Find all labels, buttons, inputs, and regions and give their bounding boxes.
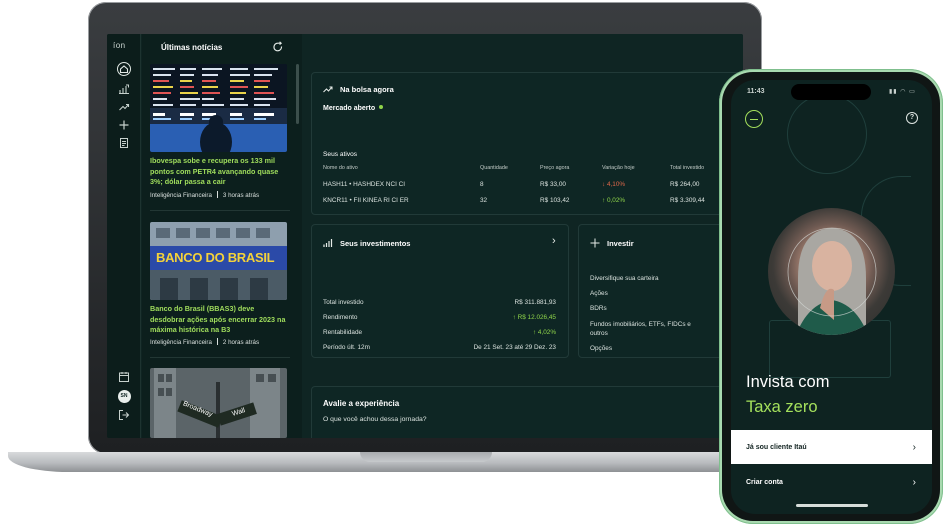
column-header: Preço agora [540, 165, 570, 171]
hero-portrait [768, 208, 895, 335]
news-image-text: BANCO DO BRASIL [156, 250, 275, 265]
invest-option[interactable]: BDRs [590, 305, 607, 312]
investments-title: Seus investimentos [340, 238, 411, 248]
invest-subtitle: Diversifique sua carteira [590, 275, 659, 282]
dynamic-island [791, 84, 871, 100]
investments-card[interactable]: Seus investimentos › Total investido R$ … [311, 224, 569, 358]
home-icon[interactable] [117, 62, 131, 76]
asset-name[interactable]: KNCR11 • FII KINEA RI CI ER [323, 197, 409, 204]
market-card: Na bolsa agora Mercado aberto Seus ativo… [311, 72, 743, 215]
asset-price: R$ 33,00 [540, 181, 566, 188]
refresh-icon[interactable] [272, 41, 284, 53]
logout-icon[interactable] [117, 408, 131, 422]
investment-label: Rendimento [323, 314, 358, 321]
investments-card-header: Seus investimentos [323, 238, 410, 248]
existing-client-button[interactable]: Já sou cliente Itaú › [731, 430, 932, 464]
add-icon[interactable] [117, 118, 131, 132]
phone-screen: 11:43 ▮▮ ◠ ▭ ? Invista com Taxa zero Já … [731, 80, 932, 514]
laptop-screen: íon SN Últimas notícias Ibovespa sobe e … [107, 34, 743, 438]
invest-option[interactable]: Fundos imobiliários, ETFs, FIDCs e outro… [590, 320, 708, 338]
main-content: Na bolsa agora Mercado aberto Seus ativo… [302, 34, 743, 438]
sidebar-rail: íon SN [107, 34, 141, 438]
status-icons: ▮▮ ◠ ▭ [889, 89, 916, 95]
statement-icon[interactable] [117, 136, 131, 150]
news-image-banco-brasil[interactable]: BANCO DO BRASIL [150, 222, 287, 300]
invest-card-header: Investir [590, 238, 634, 248]
column-header: Nome do ativo [323, 165, 358, 171]
feedback-card: Avalie a experiência O que você achou de… [311, 386, 743, 438]
bar-chart-icon [323, 239, 333, 247]
news-image-stock-board[interactable] [150, 64, 287, 152]
decor-circle [787, 94, 867, 174]
brand-logo-icon [745, 110, 763, 128]
status-dot [379, 105, 384, 109]
trending-icon [323, 86, 333, 93]
calendar-icon[interactable] [117, 370, 131, 384]
news-panel: Últimas notícias Ibovespa sobe e recuper… [142, 34, 302, 438]
news-source: Inteligência Financeira [150, 339, 212, 346]
asset-qty: 8 [480, 181, 484, 188]
investment-label: Total investido [323, 299, 364, 306]
investment-value: ↑ R$ 12.026,45 [512, 314, 556, 321]
existing-client-label: Já sou cliente Itaú [746, 443, 807, 451]
assets-title: Seus ativos [323, 151, 358, 158]
news-title: Últimas notícias [161, 43, 223, 52]
app-logo: íon [113, 41, 126, 50]
home-indicator[interactable] [796, 504, 868, 507]
market-card-header: Na bolsa agora [323, 84, 394, 94]
status-time: 11:43 [747, 88, 765, 95]
investment-value: R$ 311.881,93 [514, 299, 556, 306]
create-account-button[interactable]: Criar conta › [731, 465, 932, 499]
invest-title: Investir [607, 238, 634, 248]
news-time: 3 horas atrás [222, 192, 260, 199]
column-header: Variação hoje [602, 165, 635, 171]
market-status: Mercado aberto [323, 105, 384, 112]
investment-value: De 21 Set. 23 até 29 Dez. 23 [473, 344, 556, 351]
asset-qty: 32 [480, 197, 488, 204]
column-header: Quantidade [480, 165, 508, 171]
divider [150, 210, 290, 211]
laptop-notch [360, 452, 492, 462]
portfolio-chart-icon[interactable] [117, 82, 131, 96]
news-headline[interactable]: Ibovespa sobe e recupera os 133 mil pont… [150, 156, 290, 188]
invest-option[interactable]: Opções [590, 345, 612, 352]
add-icon [590, 238, 600, 248]
asset-name[interactable]: HASH11 • HASHDEX NCI CI [323, 181, 405, 188]
asset-change: ↑ 0,02% [602, 197, 626, 204]
chevron-right-icon[interactable]: › [552, 235, 556, 247]
chevron-right-icon: › [912, 441, 916, 453]
asset-price: R$ 103,42 [540, 197, 570, 204]
investment-label: Rentabilidade [323, 329, 363, 336]
news-scrollbar[interactable] [296, 64, 299, 124]
trending-icon[interactable] [117, 100, 131, 114]
avatar: SN [117, 389, 131, 403]
create-account-label: Criar conta [746, 478, 783, 486]
asset-change: ↓ 4,10% [602, 181, 626, 188]
divider [150, 357, 290, 358]
hero-subtitle: Taxa zero [746, 398, 818, 416]
news-meta: Inteligência Financeira 2 horas atrás [150, 338, 259, 346]
asset-total: R$ 264,00 [670, 181, 700, 188]
chevron-right-icon: › [912, 476, 916, 488]
avatar-button[interactable]: SN [117, 389, 131, 403]
news-time: 2 horas atrás [222, 339, 260, 346]
news-source: Inteligência Financeira [150, 192, 212, 199]
column-header: Total investido [670, 165, 705, 171]
help-icon[interactable]: ? [906, 112, 918, 124]
hero-title: Invista com [746, 373, 830, 391]
news-image-wall-street[interactable]: Broadway Wall [150, 368, 287, 438]
news-meta: Inteligência Financeira 3 horas atrás [150, 191, 259, 199]
investment-label: Período últ. 12m [323, 344, 370, 351]
invest-option[interactable]: Ações [590, 290, 608, 297]
market-status-label: Mercado aberto [323, 105, 376, 112]
asset-total: R$ 3.309,44 [670, 197, 705, 204]
news-headline[interactable]: Banco do Brasil (BBAS3) deve desdobrar a… [150, 304, 290, 336]
investment-value: ↑ 4,02% [532, 329, 556, 336]
market-title: Na bolsa agora [340, 84, 394, 94]
feedback-question: O que você achou dessa jornada? [323, 416, 427, 423]
feedback-title: Avalie a experiência [323, 399, 400, 408]
